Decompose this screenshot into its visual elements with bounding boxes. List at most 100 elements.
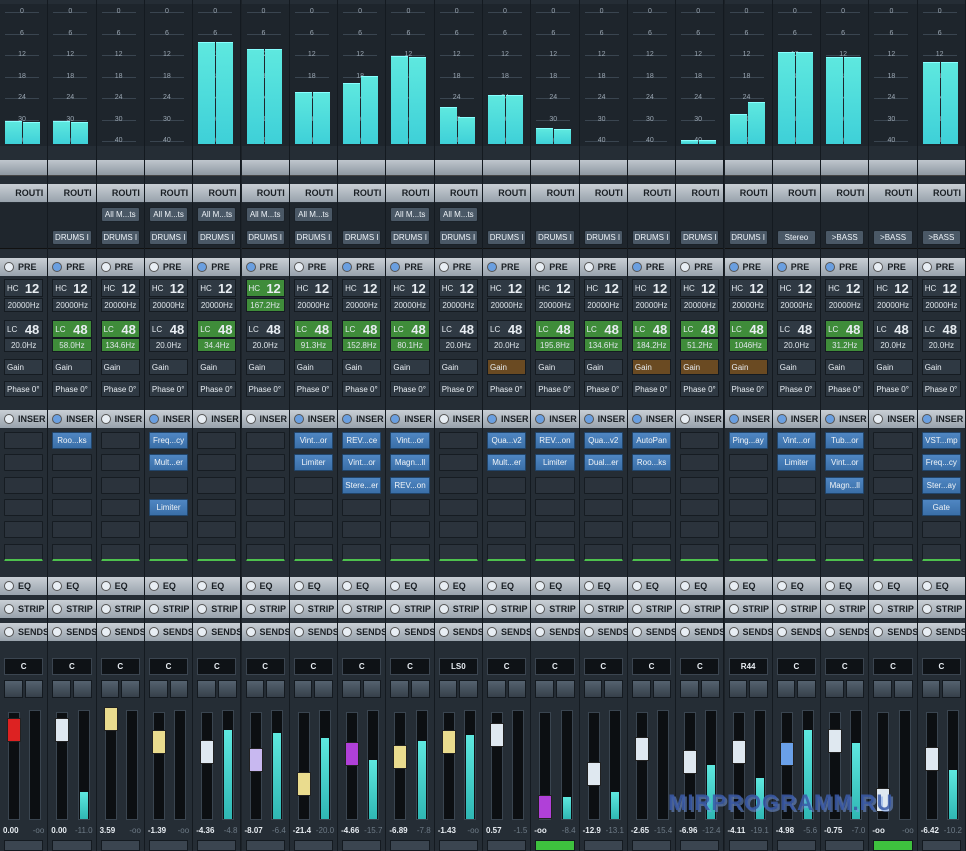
eq-power-icon[interactable] (4, 581, 14, 591)
routing-header[interactable]: ROUTI (483, 184, 531, 202)
low-cut-frequency[interactable]: 195.8Hz (535, 338, 575, 352)
insert-slot[interactable]: Stere...er (342, 476, 382, 494)
strip-header[interactable]: STRIP (627, 600, 676, 618)
insert-slot[interactable] (438, 432, 478, 449)
high-cut-frequency[interactable]: 167.2Hz (245, 298, 285, 312)
eq-power-icon[interactable] (921, 581, 932, 591)
low-cut-filter[interactable]: LC 48 (776, 320, 817, 338)
inserts-header[interactable]: INSER (627, 410, 676, 428)
mute-button[interactable] (535, 680, 554, 698)
pan-display[interactable]: C (873, 658, 913, 675)
insert-slot[interactable] (873, 454, 913, 472)
solo-button[interactable] (266, 680, 285, 698)
fader-handle[interactable] (151, 729, 166, 754)
strip-power-icon[interactable] (390, 604, 401, 614)
inserts-power-icon[interactable] (680, 414, 691, 424)
high-cut-filter[interactable]: HC 12 (728, 279, 768, 297)
inserts-power-icon[interactable] (293, 414, 304, 424)
eq-header[interactable]: EQ (241, 577, 289, 595)
sends-power-icon[interactable] (100, 627, 111, 637)
pan-display[interactable]: C (825, 658, 865, 675)
gain-control[interactable]: Gain (680, 359, 720, 375)
routing-output[interactable]: DRUMS I (100, 230, 140, 245)
gain-control[interactable]: Gain (197, 359, 237, 375)
strip-header[interactable]: STRIP (676, 600, 724, 618)
strip-power-icon[interactable] (776, 604, 787, 614)
strip-power-icon[interactable] (631, 604, 642, 614)
high-cut-filter[interactable]: HC 12 (873, 279, 913, 297)
routing-header[interactable]: ROUTI (96, 184, 144, 202)
routing-output[interactable]: DRUMS I (390, 230, 430, 245)
high-cut-frequency[interactable]: 20000Hz (631, 298, 672, 312)
pan-display[interactable]: C (245, 658, 285, 675)
sends-power-icon[interactable] (535, 627, 546, 637)
pre-power-icon[interactable] (728, 262, 739, 272)
low-cut-frequency[interactable]: 20.0Hz (438, 338, 478, 352)
routing-output[interactable]: DRUMS I (245, 230, 285, 245)
insert-slot[interactable] (293, 521, 334, 539)
insert-slot[interactable] (776, 543, 817, 561)
strip-power-icon[interactable] (148, 604, 159, 614)
insert-slot[interactable]: AutoPan (631, 432, 672, 449)
high-cut-filter[interactable]: HC 12 (390, 279, 430, 297)
eq-power-icon[interactable] (825, 581, 836, 591)
low-cut-frequency[interactable]: 20.0Hz (873, 338, 913, 352)
strip-power-icon[interactable] (921, 604, 932, 614)
sends-header[interactable]: SENDS (483, 623, 531, 641)
pre-header[interactable]: PRE (289, 258, 338, 276)
insert-slot[interactable]: Limiter (293, 454, 334, 472)
high-cut-frequency[interactable]: 20000Hz (535, 298, 575, 312)
high-cut-filter[interactable]: HC 12 (825, 279, 865, 297)
insert-slot[interactable] (245, 498, 285, 516)
routing-header[interactable]: ROUTI (386, 184, 434, 202)
low-cut-frequency[interactable]: 34.4Hz (197, 338, 237, 352)
low-cut-filter[interactable]: LC 48 (873, 320, 913, 338)
sends-power-icon[interactable] (583, 627, 594, 637)
low-cut-filter[interactable]: LC 48 (245, 320, 285, 338)
high-cut-frequency[interactable]: 20000Hz (583, 298, 623, 312)
solo-button[interactable] (24, 680, 44, 698)
pre-header[interactable]: PRE (772, 258, 821, 276)
sends-header[interactable]: SENDS (917, 623, 965, 641)
fader-handle[interactable] (586, 761, 601, 786)
insert-slot[interactable] (438, 521, 478, 539)
low-cut-filter[interactable]: LC 48 (390, 320, 430, 338)
record-monitor-row[interactable] (535, 840, 575, 851)
eq-header[interactable]: EQ (531, 577, 579, 595)
pre-header[interactable]: PRE (627, 258, 676, 276)
sends-header[interactable]: SENDS (434, 623, 482, 641)
fader-handle[interactable] (779, 742, 794, 767)
mute-button[interactable] (52, 680, 71, 698)
routing-output[interactable]: DRUMS I (680, 230, 720, 245)
inserts-header[interactable]: INSER (724, 410, 772, 428)
low-cut-filter[interactable]: LC 48 (583, 320, 623, 338)
fader-handle[interactable] (490, 723, 504, 748)
pre-power-icon[interactable] (631, 262, 642, 272)
low-cut-filter[interactable]: LC 48 (197, 320, 237, 338)
fader-handle[interactable] (731, 739, 746, 764)
strip-header[interactable]: STRIP (821, 600, 869, 618)
strip-power-icon[interactable] (4, 604, 14, 614)
insert-slot[interactable] (148, 543, 189, 561)
insert-slot[interactable] (100, 498, 140, 516)
sends-power-icon[interactable] (197, 627, 208, 637)
insert-slot[interactable]: Freq...cy (921, 454, 961, 472)
low-cut-filter[interactable]: LC 48 (293, 320, 334, 338)
high-cut-frequency[interactable]: 20000Hz (487, 298, 527, 312)
strip-header[interactable]: STRIP (917, 600, 965, 618)
solo-button[interactable] (72, 680, 92, 698)
routing-header[interactable]: ROUTI (338, 184, 386, 202)
routing-header[interactable]: ROUTI (193, 184, 241, 202)
insert-slot[interactable] (4, 498, 44, 516)
gain-control[interactable]: Gain (631, 359, 672, 375)
insert-slot[interactable] (776, 521, 817, 539)
insert-slot[interactable] (631, 543, 672, 561)
inserts-power-icon[interactable] (776, 414, 787, 424)
gain-control[interactable]: Gain (921, 359, 961, 375)
strip-header[interactable]: STRIP (434, 600, 482, 618)
solo-button[interactable] (894, 680, 913, 698)
insert-slot[interactable] (197, 432, 237, 449)
pan-display[interactable]: C (921, 658, 961, 675)
pre-power-icon[interactable] (52, 262, 63, 272)
phase-control[interactable]: Phase 0° (293, 381, 334, 397)
